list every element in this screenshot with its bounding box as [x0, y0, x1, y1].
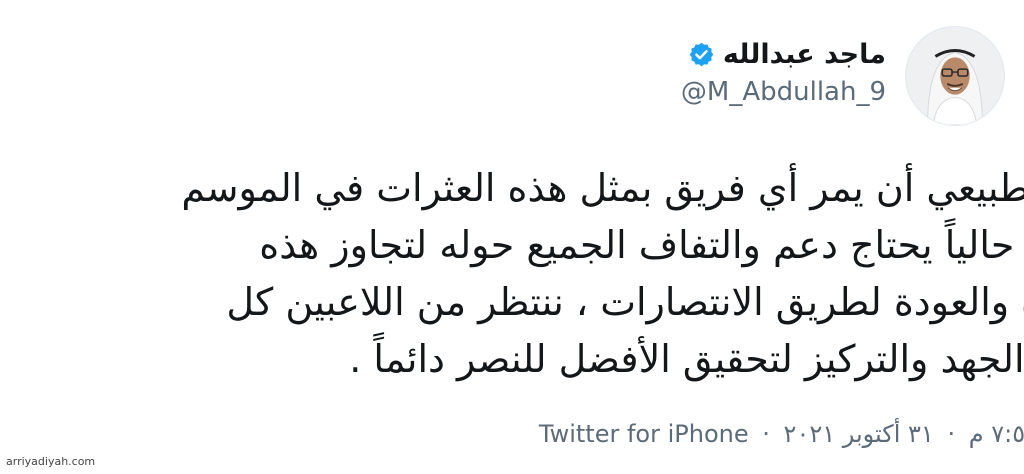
meta-separator: ·	[947, 420, 956, 448]
site-watermark: arriyadiyah.com	[6, 455, 96, 468]
tweet-source[interactable]: Twitter for iPhone	[539, 420, 749, 448]
avatar[interactable]	[905, 26, 1005, 126]
verified-badge-icon	[688, 41, 715, 68]
tweet-text-line: زيادة الجهد والتركيز لتحقيق الأفضل للنصر…	[349, 337, 1024, 381]
meta-separator: ·	[762, 420, 770, 448]
author-handle[interactable]: @M_Abdullah_9	[681, 77, 886, 107]
tweet-text: من الطبيعي أن يمر أي فريق بمثل هذه العثر…	[14, 160, 1024, 388]
avatar-image	[906, 27, 1004, 125]
tweet-meta: ٧:٥٢ م · ٣١ أكتوبر ٢٠٢١ · Twitter for iP…	[539, 420, 1024, 448]
tweet-text-line: العثرة والعودة لطريق الانتصارات ، ننتظر …	[226, 280, 1024, 324]
tweet-card: ماجد عبدالله @M_Abdullah_9 من الطبيعي أن…	[0, 0, 1024, 474]
author-name-row[interactable]: ماجد عبدالله	[688, 36, 886, 72]
tweet-text-line: من الطبيعي أن يمر أي فريق بمثل هذه العثر…	[181, 166, 1024, 210]
tweet-time[interactable]: ٧:٥٢ م	[969, 420, 1024, 448]
tweet-date[interactable]: ٣١ أكتوبر ٢٠٢١	[784, 420, 934, 448]
tweet-text-line: النصر حالياً يحتاج دعم والتفاف الجميع حو…	[259, 223, 1024, 267]
author-display-name[interactable]: ماجد عبدالله	[723, 39, 886, 70]
